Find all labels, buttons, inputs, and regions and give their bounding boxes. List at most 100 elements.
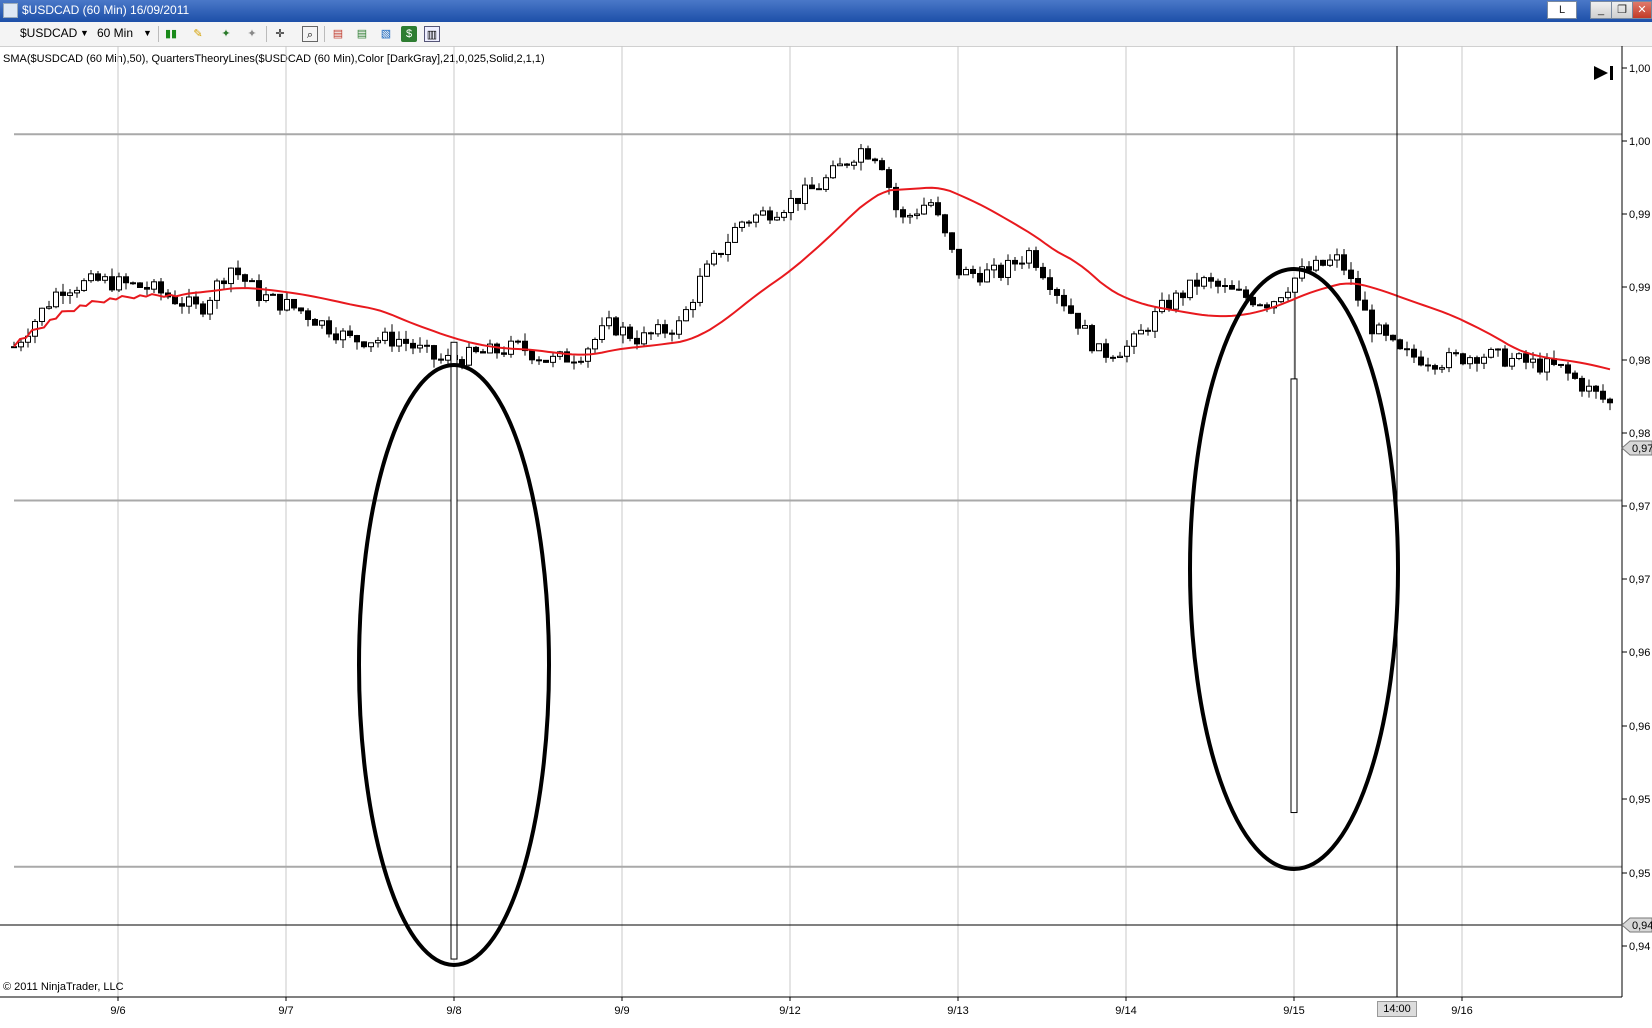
candle-body [1068,305,1074,314]
toolbar-separator [324,26,325,42]
candle-body [1453,352,1459,355]
candle-body [683,309,689,322]
instrument-selector[interactable]: $USDCAD [20,26,77,40]
candle-body [1355,278,1361,301]
candle-body [18,341,24,348]
candle-body [802,184,808,204]
candle-body [599,325,605,340]
candle-body [963,268,969,276]
candle-body [676,320,682,335]
candle-body [900,209,906,218]
candle-body [956,248,962,276]
candle-body [1544,358,1550,373]
toolbar-separator [266,26,267,42]
time-tick-label: 9/12 [779,1005,800,1017]
candle-body [235,267,241,276]
candle-body [1327,259,1333,266]
candle-body [172,296,178,305]
candle-body [1446,352,1452,369]
candle-body [1040,266,1046,279]
candle-body [1376,324,1382,335]
candle-body [648,332,654,335]
link-button[interactable]: L [1547,1,1577,19]
indicators-icon[interactable]: ▤ [354,26,370,42]
candle-body [1334,254,1340,261]
candle-body [795,197,801,204]
candle-body [347,330,353,337]
candle-body [949,232,955,250]
price-tick-label: 1,00 [1629,136,1650,148]
spike-candle [1290,378,1298,814]
candle-body [1292,277,1298,293]
candle-body [1138,329,1144,335]
candle-body [627,326,633,339]
candle-body [536,359,542,362]
candle-body [277,293,283,311]
candle-body [333,333,339,341]
restore-button[interactable]: ❐ [1611,1,1633,19]
candle-body [1481,356,1487,364]
candle-body [851,161,857,166]
price-tick-label: 0,97 [1629,574,1650,586]
drawing-pencil-icon[interactable]: ✎ [190,26,206,42]
drawing-tools-icon[interactable]: ✦ [218,26,234,42]
candle-body [984,269,990,283]
candle-body [641,332,647,345]
candle-body [1208,277,1214,282]
price-tick-label: 0,96 [1629,721,1650,733]
scroll-to-end-icon[interactable] [1594,66,1613,80]
candle-body [886,169,892,188]
crosshair-icon[interactable]: ✛ [272,26,288,42]
price-tick-label: 0,98 [1629,428,1650,440]
candle-body [1397,339,1403,350]
candle-body [1369,309,1375,335]
order-entry-icon[interactable]: $ [401,26,417,42]
candle-body [1082,325,1088,329]
candle-body [718,252,724,255]
time-tick-label: 9/15 [1283,1005,1304,1017]
candle-body [1047,277,1053,290]
time-tick-label: 9/8 [446,1005,461,1017]
last-price-label: 0,97 [1632,443,1652,455]
time-tick-label: 9/7 [278,1005,293,1017]
chart-style-icon[interactable]: ▮▮ [163,26,179,42]
candle-body [921,204,927,215]
candle-body [1411,348,1417,358]
candle-body [1362,299,1368,311]
candle-body [326,320,332,335]
candle-body [95,273,101,281]
candle-body [1061,294,1067,307]
minimize-button[interactable]: _ [1590,1,1612,19]
candle-body [319,320,325,326]
candle-body [67,292,73,296]
interval-dropdown-icon[interactable]: ▼ [143,28,152,38]
price-tick-label: 0,99 [1629,209,1650,221]
candle-body [1152,311,1158,332]
remove-drawings-icon[interactable]: ✦ [244,26,260,42]
close-button[interactable]: ✕ [1632,1,1652,19]
candle-body [53,291,59,308]
price-tick-label: 1,00 [1629,63,1650,75]
candle-body [1488,348,1494,358]
candle-body [200,303,206,315]
zoom-icon[interactable]: ⌕ [302,26,318,42]
candle-body [11,346,17,349]
price-chart-svg[interactable]: 1,00 1,00 0,99 0,99 0,98 0,98 0,97 0,97 0,96 0,96… [0,46,1652,1023]
candle-body [256,280,262,301]
data-series-icon[interactable]: ▤ [330,26,346,42]
candle-body [606,317,612,327]
candle-body [1264,304,1270,309]
candle-body [1236,288,1242,291]
candle-body [193,296,199,305]
candle-body [977,272,983,283]
interval-selector[interactable]: 60 Min [97,26,133,40]
properties-icon[interactable]: ▥ [424,26,440,42]
candle-body [46,306,52,309]
strategies-icon[interactable]: ▧ [378,26,394,42]
candle-body [1075,312,1081,329]
candle-body [613,317,619,336]
price-chart[interactable]: 1,00 1,00 0,99 0,99 0,98 0,98 0,97 0,97 0,96 0,96… [0,46,1652,1023]
instrument-dropdown-icon[interactable]: ▼ [80,28,89,38]
candle-body [634,337,640,345]
candle-body [438,358,444,361]
